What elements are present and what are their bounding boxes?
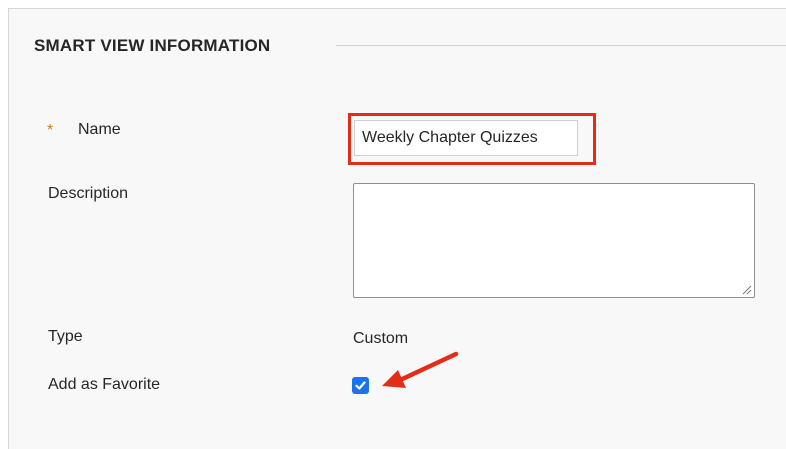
name-label: Name — [78, 121, 121, 138]
favorite-label: Add as Favorite — [48, 376, 161, 393]
favorite-checkbox[interactable] — [352, 377, 369, 394]
arrow-annotation — [382, 351, 459, 388]
section-title: SMART VIEW INFORMATION — [34, 36, 271, 55]
resize-grip-icon[interactable] — [742, 285, 752, 295]
name-input[interactable] — [354, 120, 578, 156]
description-label: Description — [48, 185, 129, 202]
type-value: Custom — [353, 330, 409, 347]
type-label: Type — [48, 328, 83, 345]
section-divider — [336, 45, 786, 46]
description-textarea[interactable] — [353, 183, 755, 298]
required-marker: * — [47, 122, 54, 139]
check-icon — [355, 381, 366, 390]
